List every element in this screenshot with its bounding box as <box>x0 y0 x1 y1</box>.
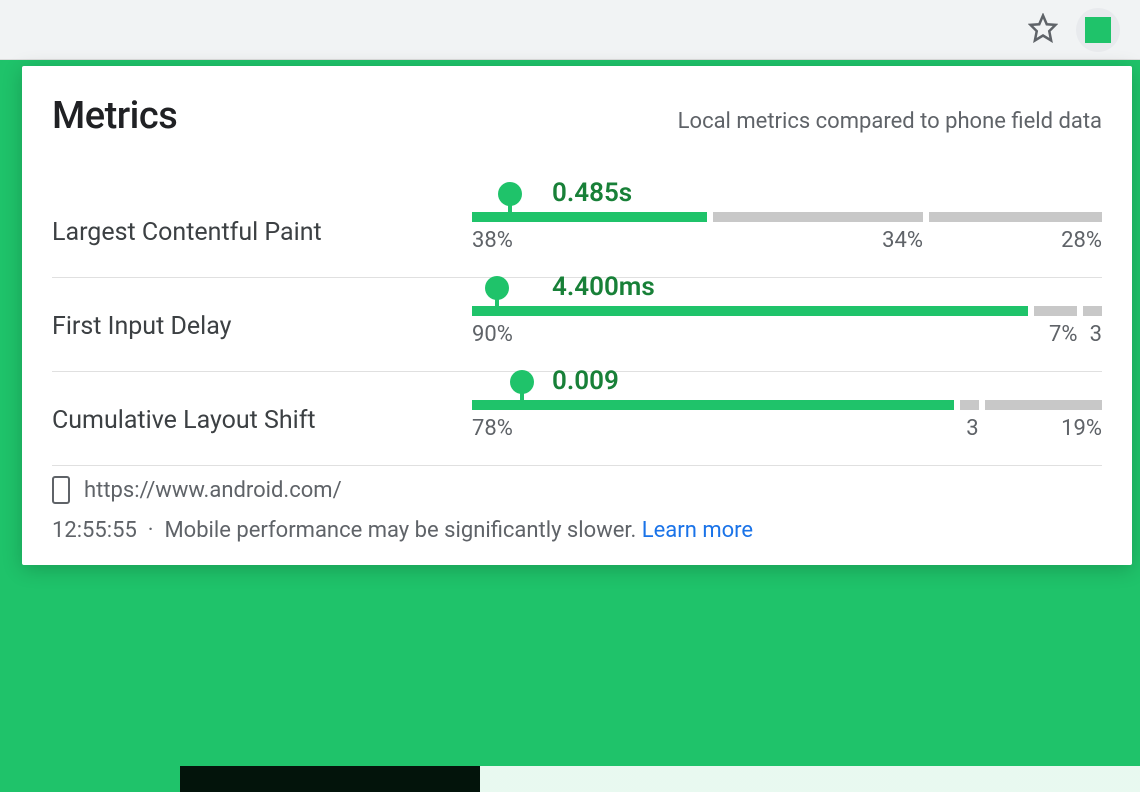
metric-marker-icon <box>485 276 509 300</box>
metric-row-fid: First Input Delay 4.400ms 90% 7% 3 <box>52 278 1102 372</box>
label-poor: 19% <box>985 416 1102 441</box>
metric-value: 0.009 <box>552 366 619 396</box>
footer-separator: · <box>148 518 154 543</box>
bookmark-star-icon[interactable] <box>1028 13 1058 47</box>
segment-poor <box>1083 306 1102 316</box>
popup-footer: https://www.android.com/ 12:55:55 · Mobi… <box>52 476 1102 543</box>
web-vitals-icon <box>1085 17 1111 43</box>
metric-value: 0.485s <box>552 178 632 208</box>
page-background-strip <box>180 766 1140 792</box>
segment-good <box>472 400 954 410</box>
segment-good <box>472 306 1028 316</box>
metric-row-lcp: Largest Contentful Paint 0.485s 38% 34% … <box>52 184 1102 278</box>
phone-icon <box>52 476 70 504</box>
segment-needs-improvement <box>713 212 923 222</box>
footer-note-row: 12:55:55 · Mobile performance may be sig… <box>52 518 1102 543</box>
label-poor: 28% <box>929 228 1102 253</box>
metric-label: Largest Contentful Paint <box>52 218 472 247</box>
label-good: 90% <box>472 322 1028 347</box>
label-poor: 3 <box>1083 322 1102 347</box>
popup-title: Metrics <box>52 94 177 138</box>
metric-label: Cumulative Layout Shift <box>52 406 472 435</box>
label-needs-improvement: 34% <box>713 228 923 253</box>
segment-poor <box>985 400 1102 410</box>
distribution-labels: 78% 3 19% <box>472 416 1102 441</box>
label-good: 38% <box>472 228 707 253</box>
segment-needs-improvement <box>1034 306 1077 316</box>
popup-header: Metrics Local metrics compared to phone … <box>52 94 1102 138</box>
distribution-bar <box>472 400 1102 410</box>
footer-time: 12:55:55 <box>52 518 137 543</box>
label-good: 78% <box>472 416 954 441</box>
footer-note: Mobile performance may be significantly … <box>164 518 636 543</box>
label-needs-improvement: 7% <box>1034 322 1077 347</box>
metric-value: 4.400ms <box>552 272 655 302</box>
metric-marker-icon <box>498 182 522 206</box>
metric-viz-lcp: 0.485s 38% 34% 28% <box>472 212 1102 253</box>
popup-subtitle: Local metrics compared to phone field da… <box>678 109 1102 134</box>
metric-marker-icon <box>510 370 534 394</box>
segment-poor <box>929 212 1102 222</box>
segment-needs-improvement <box>960 400 979 410</box>
distribution-bar <box>472 306 1102 316</box>
metric-viz-fid: 4.400ms 90% 7% 3 <box>472 306 1102 347</box>
browser-toolbar <box>0 0 1140 60</box>
footer-url-row: https://www.android.com/ <box>52 476 1102 504</box>
label-needs-improvement: 3 <box>960 416 979 441</box>
metric-label: First Input Delay <box>52 312 472 341</box>
distribution-labels: 90% 7% 3 <box>472 322 1102 347</box>
web-vitals-popup: Metrics Local metrics compared to phone … <box>22 66 1132 565</box>
footer-url: https://www.android.com/ <box>84 478 342 503</box>
extension-badge[interactable] <box>1076 8 1120 52</box>
metric-viz-cls: 0.009 78% 3 19% <box>472 400 1102 441</box>
learn-more-link[interactable]: Learn more <box>642 518 753 543</box>
distribution-bar <box>472 212 1102 222</box>
distribution-labels: 38% 34% 28% <box>472 228 1102 253</box>
metric-row-cls: Cumulative Layout Shift 0.009 78% 3 19% <box>52 372 1102 466</box>
